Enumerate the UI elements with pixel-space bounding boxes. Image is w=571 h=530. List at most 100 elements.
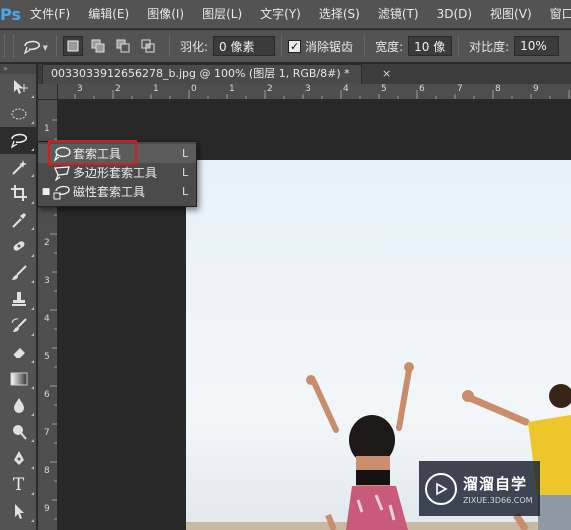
new-selection-icon <box>67 40 79 52</box>
width-input[interactable] <box>408 36 453 56</box>
close-icon[interactable]: × <box>382 65 391 83</box>
feather-input[interactable] <box>213 36 276 56</box>
divider <box>281 35 283 57</box>
eyedropper-icon <box>11 212 26 228</box>
intersect-selection-button[interactable] <box>138 36 158 56</box>
ruler-label: 5 <box>44 352 50 362</box>
menu-filter[interactable]: 滤镜(T) <box>369 0 428 29</box>
ruler-label: 4 <box>343 84 349 94</box>
ruler-label: 0 <box>191 84 197 94</box>
tool-group-indicator <box>31 465 34 469</box>
quick-selection-tool[interactable] <box>0 154 37 181</box>
ruler-label: 9 <box>533 84 539 94</box>
menu-image[interactable]: 图像(I) <box>138 0 193 29</box>
ruler-label: 7 <box>457 84 463 94</box>
gradient-tool[interactable] <box>0 366 37 393</box>
add-selection-icon <box>91 39 105 53</box>
path-selection-icon <box>14 504 24 520</box>
ruler-label: 3 <box>305 84 311 94</box>
flyout-item-magnetic-lasso[interactable]: ■ 磁性套索工具 L <box>38 182 196 201</box>
eyedropper-tool[interactable] <box>0 207 37 234</box>
menu-select[interactable]: 选择(S) <box>310 0 369 29</box>
collapse-panel-icon[interactable]: » <box>0 64 36 74</box>
blur-tool[interactable] <box>0 392 37 419</box>
document-tab[interactable]: 0033033912656278_b.jpg @ 100% (图层 1, RGB… <box>42 64 362 84</box>
menu-view[interactable]: 视图(V) <box>481 0 541 29</box>
eraser-icon <box>12 348 25 359</box>
antialias-label: 消除锯齿 <box>305 39 354 54</box>
horizontal-ruler[interactable]: 3 2 1 0 1 2 3 4 5 6 7 8 9 <box>58 84 571 100</box>
lasso-icon <box>10 134 27 149</box>
path-selection-tool[interactable] <box>0 498 37 525</box>
lasso-tool[interactable] <box>0 127 37 154</box>
eraser-tool[interactable] <box>0 339 37 366</box>
tool-group-indicator <box>31 333 34 336</box>
blur-icon <box>13 398 24 414</box>
divider <box>56 35 57 57</box>
tool-group-indicator <box>31 227 34 230</box>
flyout-item-shortcut: L <box>182 185 189 198</box>
tools-panel: » T <box>0 64 37 530</box>
brush-tool[interactable] <box>0 260 37 287</box>
divider <box>364 35 366 57</box>
watermark-title: 溜溜自学 <box>463 474 528 493</box>
divider <box>169 35 170 57</box>
type-icon: T <box>12 474 25 495</box>
crop-tool[interactable] <box>0 180 37 207</box>
menu-window[interactable]: 窗口(W) <box>541 0 571 29</box>
menu-layer[interactable]: 图层(L) <box>193 0 251 29</box>
new-selection-button[interactable] <box>63 36 83 56</box>
menu-3d[interactable]: 3D(D) <box>428 0 481 29</box>
move-tool[interactable] <box>0 74 37 101</box>
ruler-origin[interactable] <box>38 84 58 100</box>
healing-tool[interactable] <box>0 233 37 260</box>
ruler-label: 9 <box>44 504 50 514</box>
chevron-down-icon: ▼ <box>42 44 48 52</box>
current-tool-bullet: ■ <box>41 186 51 197</box>
ruler-label: 3 <box>44 276 50 286</box>
ruler-label: 1 <box>153 84 159 94</box>
add-to-selection-button[interactable] <box>88 36 108 56</box>
magic-wand-icon <box>11 159 27 175</box>
subtract-from-selection-button[interactable] <box>113 36 133 56</box>
tool-group-indicator <box>31 94 34 98</box>
stamp-tool[interactable] <box>0 286 37 313</box>
ruler-label: 5 <box>381 84 387 94</box>
width-label: 宽度: <box>375 39 404 54</box>
ruler-label: 3 <box>77 84 83 94</box>
move-icon <box>13 80 28 95</box>
dodge-tool[interactable] <box>0 419 37 446</box>
menu-file[interactable]: 文件(F) <box>21 0 79 29</box>
type-tool[interactable]: T <box>0 472 37 499</box>
flyout-item-shortcut: L <box>182 166 189 179</box>
document-tab-bar: 0033033912656278_b.jpg @ 100% (图层 1, RGB… <box>38 64 571 84</box>
pen-tool[interactable] <box>0 445 37 472</box>
gradient-icon <box>10 372 27 386</box>
contrast-input[interactable] <box>514 36 560 56</box>
marquee-tool[interactable] <box>0 101 37 128</box>
options-bar: ▼ 羽化: ✓ 消除锯齿 宽度: 对比度: <box>0 30 571 63</box>
watermark-badge: 溜溜自学 ZIXUE.3D66.COM <box>419 461 540 516</box>
tool-group-indicator <box>31 439 34 442</box>
flyout-item-polygonal-lasso[interactable]: 多边形套索工具 L <box>38 163 196 182</box>
history-brush-tool[interactable] <box>0 313 37 340</box>
tool-group-indicator <box>31 174 34 177</box>
feather-label: 羽化: <box>180 39 209 54</box>
antialias-checkbox[interactable]: ✓ <box>288 39 302 53</box>
ruler-label: 2 <box>267 84 273 94</box>
watermark-url: ZIXUE.3D66.COM <box>463 495 533 505</box>
tool-preset-picker[interactable]: ▼ <box>14 34 50 58</box>
tool-group-indicator <box>31 359 34 363</box>
ruler-label: 2 <box>115 84 121 94</box>
spot-healing-icon <box>13 241 24 251</box>
document-tab-title: 0033033912656278_b.jpg @ 100% (图层 1, RGB… <box>51 67 350 80</box>
flyout-item-label: 多边形套索工具 <box>73 166 158 180</box>
tool-group-indicator <box>31 518 34 522</box>
flyout-item-shortcut: L <box>182 147 189 160</box>
menu-type[interactable]: 文字(Y) <box>251 0 310 29</box>
ruler-label: 7 <box>44 428 50 438</box>
menu-edit[interactable]: 编辑(E) <box>79 0 138 29</box>
tool-group-indicator <box>31 386 34 389</box>
options-bar-grip[interactable] <box>4 35 14 57</box>
intersect-selection-icon <box>141 39 155 53</box>
